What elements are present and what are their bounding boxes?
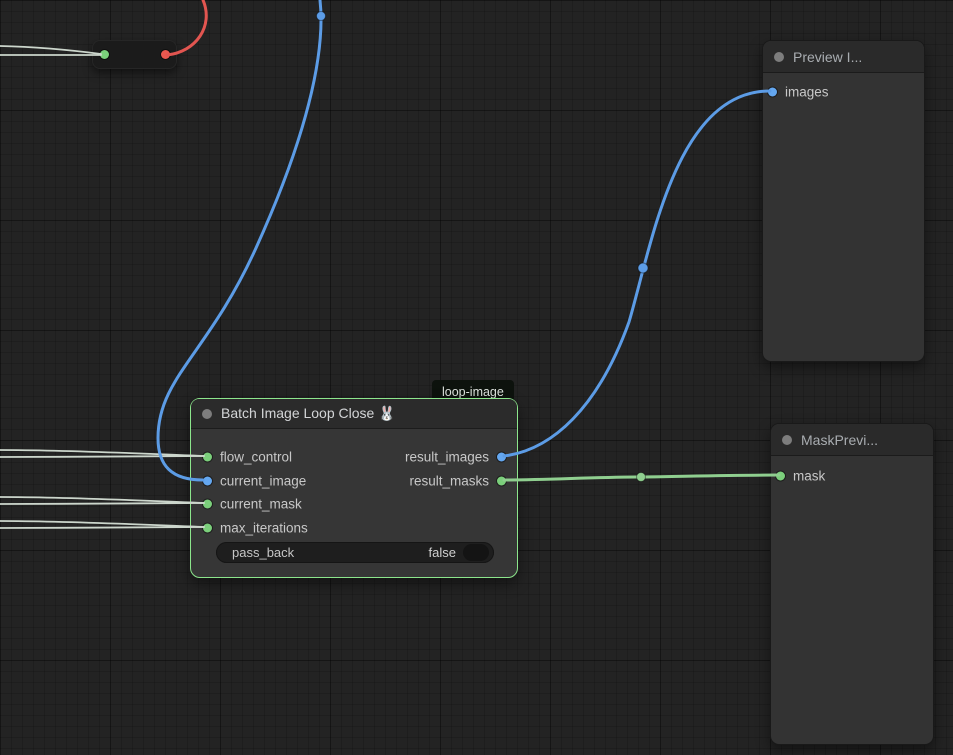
graph-canvas[interactable]: Preview I... images MaskPrevi... mask lo… xyxy=(0,0,953,755)
input-port-current-mask[interactable] xyxy=(203,500,212,509)
node-title: MaskPrevi... xyxy=(801,432,878,448)
widget-pass-back[interactable]: pass_back false xyxy=(216,542,494,563)
node-titlebar[interactable]: MaskPrevi... xyxy=(771,424,933,456)
link-pale xyxy=(0,46,101,54)
node-preview-image[interactable]: Preview I... images xyxy=(762,40,925,362)
link-pale-flow-control xyxy=(0,450,204,456)
node-title: Preview I... xyxy=(793,49,862,65)
input-label-current-image: current_image xyxy=(220,474,306,489)
output-label-result-masks: result_masks xyxy=(409,474,489,489)
output-slot-result-masks: result_masks xyxy=(409,474,506,489)
node-title: Batch Image Loop Close 🐰 xyxy=(221,405,396,422)
input-label-flow-control: flow_control xyxy=(220,450,292,465)
link-pale-flow-control xyxy=(0,456,204,457)
widget-pass-back-value: false xyxy=(429,545,456,560)
node-mask-preview[interactable]: MaskPrevi... mask xyxy=(770,423,934,745)
input-port-current-image[interactable] xyxy=(203,477,212,486)
node-titlebar[interactable]: Batch Image Loop Close 🐰 xyxy=(191,399,517,429)
input-slot-current-mask: current_mask xyxy=(203,497,302,512)
input-slot-mask: mask xyxy=(776,469,825,484)
input-port-mask[interactable] xyxy=(776,472,785,481)
input-port-max-iterations[interactable] xyxy=(203,524,212,533)
widget-pass-back-label: pass_back xyxy=(232,545,429,560)
collapse-dot-icon[interactable] xyxy=(202,409,212,419)
widget-pass-back-toggle[interactable] xyxy=(463,544,489,561)
collapsed-node[interactable] xyxy=(92,40,177,69)
input-slot-images: images xyxy=(768,85,829,100)
link-result-images xyxy=(504,91,770,456)
node-batch-image-loop-close[interactable]: Batch Image Loop Close 🐰 flow_control cu… xyxy=(190,398,518,578)
link-midpoint-dot[interactable] xyxy=(638,263,648,273)
link-pale-current-mask xyxy=(0,497,204,503)
link-pale-max-iterations xyxy=(0,527,204,528)
input-label-max-iterations: max_iterations xyxy=(220,521,308,536)
input-slot-current-image: current_image xyxy=(203,474,306,489)
node-titlebar[interactable]: Preview I... xyxy=(763,41,924,73)
output-port-result-images[interactable] xyxy=(497,453,506,462)
input-slot-flow-control: flow_control xyxy=(203,450,292,465)
input-port-flow-control[interactable] xyxy=(203,453,212,462)
input-label-current-mask: current_mask xyxy=(220,497,302,512)
input-label-mask: mask xyxy=(793,469,825,484)
output-label-result-images: result_images xyxy=(405,450,489,465)
link-pale-current-mask xyxy=(0,503,204,504)
collapse-dot-icon[interactable] xyxy=(782,435,792,445)
collapsed-node-input-port[interactable] xyxy=(100,50,109,59)
output-slot-result-images: result_images xyxy=(405,450,506,465)
input-port-images[interactable] xyxy=(768,88,777,97)
link-midpoint-dot[interactable] xyxy=(317,12,326,21)
output-port-result-masks[interactable] xyxy=(497,477,506,486)
link-midpoint-dot[interactable] xyxy=(637,473,646,482)
collapsed-node-output-port[interactable] xyxy=(161,50,170,59)
input-label-images: images xyxy=(785,85,829,100)
collapse-dot-icon[interactable] xyxy=(774,52,784,62)
link-result-masks xyxy=(504,475,779,480)
link-pale-max-iterations xyxy=(0,521,204,527)
input-slot-max-iterations: max_iterations xyxy=(203,521,308,536)
